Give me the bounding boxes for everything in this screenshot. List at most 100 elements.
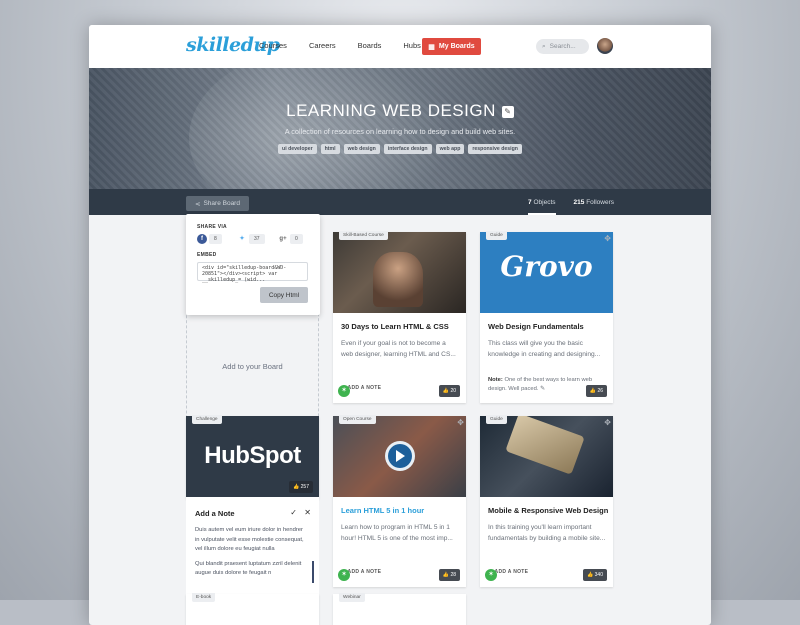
twitter-share[interactable]: ✦ 37 bbox=[237, 234, 265, 244]
nav-hubs[interactable]: Hubs bbox=[403, 41, 421, 50]
google-plus-share[interactable]: g+ 0 bbox=[278, 234, 303, 244]
app-window: skilledup Courses Careers Boards Hubs ▦ … bbox=[89, 25, 711, 625]
user-avatar[interactable] bbox=[597, 38, 613, 54]
note-paragraph: Duis autem vel eum iriure dolor in hendr… bbox=[195, 527, 304, 552]
resource-card[interactable]: Grovo Guide ✥ 👍 26 Web Design Fundamenta… bbox=[480, 231, 613, 403]
card-title[interactable]: Web Design Fundamentals bbox=[488, 322, 584, 331]
top-navbar: skilledup Courses Careers Boards Hubs ▦ … bbox=[89, 25, 711, 68]
thumbs-up-icon: 👍 bbox=[293, 484, 300, 490]
like-count[interactable]: 👍 26 bbox=[585, 385, 607, 397]
nav-boards[interactable]: Boards bbox=[358, 41, 382, 50]
tab-followers[interactable]: 215 Followers bbox=[574, 199, 614, 215]
card-thumbnail bbox=[333, 232, 466, 313]
add-note-label: ADD A NOTE bbox=[494, 569, 529, 575]
board-hero: LEARNING WEB DESIGN ✎ A collection of res… bbox=[89, 68, 711, 189]
share-board-button[interactable]: ⋖ Share Board bbox=[186, 196, 249, 211]
embed-code-field[interactable]: <div id="skilledup-board&WD-20851"></div… bbox=[197, 262, 308, 283]
boards-icon: ▦ bbox=[428, 43, 435, 51]
board-subbar: ⋖ Share Board 7 Objects 215 Followers bbox=[89, 189, 711, 215]
resource-card[interactable]: Guide ✥ ✶ 👍 340 Mobile & Responsive Web … bbox=[480, 415, 613, 587]
embed-label: EMBED bbox=[197, 252, 217, 258]
facebook-share[interactable]: f 8 bbox=[197, 234, 222, 244]
main-nav: Courses Careers Boards Hubs bbox=[259, 41, 443, 50]
objects-count: 7 bbox=[528, 199, 532, 206]
move-icon[interactable]: ✥ bbox=[604, 234, 611, 243]
add-note-label: ADD A NOTE bbox=[347, 385, 382, 391]
move-icon[interactable]: ✥ bbox=[604, 418, 611, 427]
edit-pencil-icon[interactable]: ✎ bbox=[501, 105, 514, 118]
facebook-count: 8 bbox=[209, 234, 222, 244]
tag[interactable]: html bbox=[320, 144, 340, 154]
like-count[interactable]: 👍 257 bbox=[289, 481, 313, 493]
twitter-count: 37 bbox=[249, 234, 265, 244]
board-description: A collection of resources on learning ho… bbox=[284, 127, 516, 136]
resource-card[interactable]: Skill-Based Course ✶ 👍 20 30 Days to Lea… bbox=[333, 231, 466, 403]
card-title[interactable]: Mobile & Responsive Web Design bbox=[488, 506, 608, 515]
textarea-scrollbar[interactable] bbox=[312, 561, 314, 583]
edit-note-icon[interactable]: ✎ bbox=[540, 386, 545, 392]
tag[interactable]: ui developer bbox=[278, 144, 317, 154]
search-input[interactable]: ⌕ Search... bbox=[536, 39, 589, 54]
nav-careers[interactable]: Careers bbox=[309, 41, 336, 50]
tag[interactable]: interface design bbox=[383, 144, 432, 154]
share-via-label: SHARE VIA bbox=[197, 224, 227, 230]
twitter-icon: ✦ bbox=[237, 234, 247, 244]
close-icon[interactable]: ✕ bbox=[304, 508, 311, 517]
google-plus-count: 0 bbox=[290, 234, 303, 244]
tag[interactable]: web design bbox=[343, 144, 380, 154]
like-number: 28 bbox=[450, 572, 456, 578]
tag-list: ui developer html web design interface d… bbox=[89, 144, 711, 154]
thumbs-up-icon: 👍 bbox=[442, 572, 450, 578]
resource-card[interactable]: E-book bbox=[186, 593, 319, 625]
like-number: 257 bbox=[300, 484, 309, 490]
resource-card[interactable]: Webinar bbox=[333, 593, 466, 625]
course-badge-icon: ✶ bbox=[338, 569, 350, 581]
card-type-label: Skill-Based Course bbox=[339, 231, 388, 240]
tag[interactable]: web app bbox=[435, 144, 465, 154]
card-title[interactable]: 30 Days to Learn HTML & CSS bbox=[341, 322, 449, 331]
add-note-title: Add a Note bbox=[195, 509, 235, 518]
hubspot-logo: HubSpot bbox=[204, 442, 301, 469]
card-description: This class will give you the basic knowl… bbox=[488, 340, 601, 358]
board-stats: 7 Objects 215 Followers bbox=[528, 199, 614, 215]
board-title-row: LEARNING WEB DESIGN ✎ bbox=[89, 101, 711, 121]
note-textarea[interactable]: Duis autem vel eum iriure dolor in hendr… bbox=[195, 526, 307, 579]
search-icon: ⌕ bbox=[542, 42, 546, 50]
nav-courses[interactable]: Courses bbox=[259, 41, 287, 50]
like-number: 20 bbox=[450, 388, 456, 394]
thumbs-up-icon: 👍 bbox=[587, 572, 594, 578]
like-count[interactable]: 👍 20 bbox=[438, 385, 460, 397]
copy-html-button[interactable]: Copy Html bbox=[260, 287, 308, 303]
add-note-label: ADD A NOTE bbox=[347, 569, 382, 575]
google-plus-icon: g+ bbox=[278, 234, 288, 244]
card-type-label: Webinar bbox=[339, 593, 365, 602]
thumbs-up-icon: 👍 bbox=[442, 388, 450, 394]
tag[interactable]: responsive design bbox=[468, 144, 522, 154]
card-thumbnail: Grovo bbox=[480, 232, 613, 313]
add-to-board-label: Add to your Board bbox=[222, 362, 283, 371]
my-boards-button[interactable]: ▦ My Boards bbox=[422, 38, 481, 55]
card-description: Learn how to program in HTML 5 in 1 hour… bbox=[341, 524, 453, 542]
resource-card[interactable]: HubSpot Challenge 👍 257 bbox=[186, 415, 319, 499]
like-count[interactable]: 👍 28 bbox=[438, 569, 460, 581]
resource-card[interactable]: Open Course ✥ ✶ 👍 28 Learn HTML 5 in 1 h… bbox=[333, 415, 466, 587]
play-icon bbox=[396, 450, 405, 462]
card-title[interactable]: Learn HTML 5 in 1 hour bbox=[341, 506, 424, 515]
thumbs-up-icon: 👍 bbox=[589, 388, 597, 394]
my-boards-label: My Boards bbox=[438, 43, 475, 50]
card-thumbnail bbox=[333, 416, 466, 497]
tab-objects[interactable]: 7 Objects bbox=[528, 199, 556, 215]
move-icon[interactable]: ✥ bbox=[457, 418, 464, 427]
like-number: 340 bbox=[594, 572, 603, 578]
search-placeholder: Search... bbox=[549, 43, 576, 50]
note-label: Note: bbox=[488, 377, 503, 383]
card-description: Even if your goal is not to become a web… bbox=[341, 340, 456, 358]
note-paragraph: Qui blandit praesent luptatum zzril dele… bbox=[195, 560, 302, 577]
card-type-label: Guide bbox=[486, 231, 507, 240]
check-icon[interactable]: ✓ bbox=[290, 508, 297, 517]
course-badge-icon: ✶ bbox=[338, 385, 350, 397]
objects-label: Objects bbox=[533, 199, 556, 206]
like-count[interactable]: 👍 340 bbox=[583, 569, 607, 581]
card-type-label: Open Course bbox=[339, 415, 376, 424]
facebook-icon: f bbox=[197, 234, 207, 244]
